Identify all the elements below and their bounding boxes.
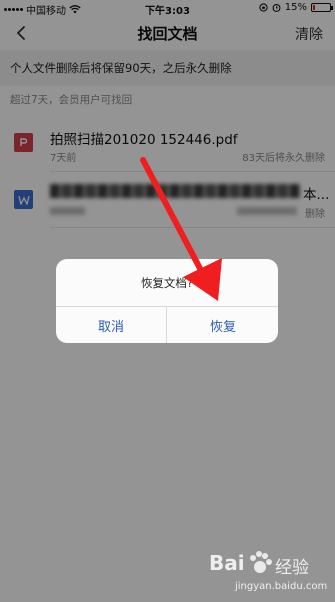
dialog-button-divider [166, 306, 167, 343]
dialog-message: 恢复文档? [140, 276, 194, 290]
baidu-watermark: Bai 经验 jingyan.baidu.com [195, 548, 335, 598]
restore-dialog: 恢复文档? 取消 恢复 [56, 259, 278, 343]
watermark-url: jingyan.baidu.com [235, 581, 328, 592]
watermark-brand-suffix: 经验 [275, 558, 309, 578]
restore-button[interactable]: 恢复 [168, 307, 278, 343]
cancel-button[interactable]: 取消 [56, 307, 166, 343]
watermark-brand: Bai [209, 551, 245, 575]
